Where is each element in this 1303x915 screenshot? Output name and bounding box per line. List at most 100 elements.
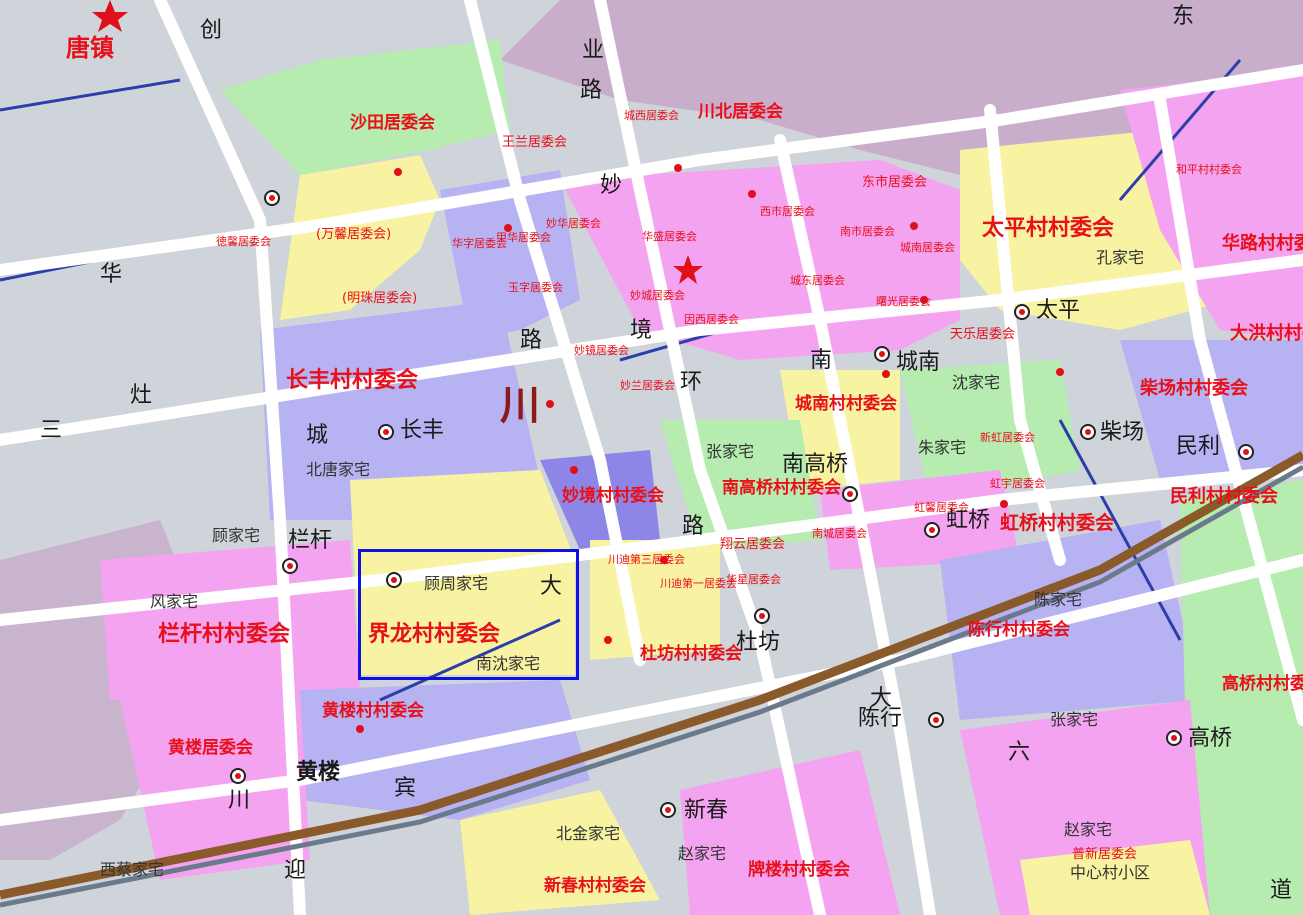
committee-label-small[interactable]: 华盛居委会 xyxy=(642,231,697,242)
committee-label-small[interactable]: 徳馨居委会 xyxy=(216,236,271,247)
committee-label[interactable]: 沙田居委会 xyxy=(350,115,435,132)
committee-label-small[interactable]: 妙城居委会 xyxy=(630,290,685,301)
committee-marker xyxy=(660,556,668,564)
committee-label-small[interactable]: (明珠居委会) xyxy=(342,292,417,305)
station-icon[interactable] xyxy=(1166,730,1182,746)
committee-label[interactable]: 杜坊村村委会 xyxy=(640,646,742,663)
road-label: 妙 xyxy=(600,173,623,198)
station-icon[interactable] xyxy=(874,346,890,362)
station-icon[interactable] xyxy=(264,190,280,206)
committee-label-small[interactable]: (万馨居委会) xyxy=(316,228,391,241)
place-label: 赵家宅 xyxy=(1064,820,1113,839)
committee-label-small[interactable]: 因西居委会 xyxy=(684,314,739,325)
place-label: 北金家宅 xyxy=(556,824,621,843)
committee-label[interactable]: 陈行村村委会 xyxy=(968,622,1070,639)
station-icon[interactable] xyxy=(842,486,858,502)
road-label: 东 xyxy=(1172,4,1195,29)
committee-label[interactable]: 界龙村村委会 xyxy=(368,624,500,646)
station-icon[interactable] xyxy=(230,768,246,784)
place-label: 沈家宅 xyxy=(952,373,1001,392)
committee-label-small[interactable]: 妙华居委会 xyxy=(546,218,601,229)
place-label: 赵家宅 xyxy=(678,844,727,863)
committee-label-small[interactable]: 甲华居委会 xyxy=(496,232,551,243)
committee-label[interactable]: 柴场村村委会 xyxy=(1140,380,1248,398)
place-label: 北唐家宅 xyxy=(306,460,371,479)
map-base xyxy=(0,0,1303,915)
committee-marker xyxy=(546,400,554,408)
place-label: 顾家宅 xyxy=(212,526,261,545)
station-icon[interactable] xyxy=(660,802,676,818)
committee-label-small[interactable]: 妙镜居委会 xyxy=(574,345,629,356)
committee-label-small[interactable]: 东市居委会 xyxy=(862,176,927,189)
committee-label[interactable]: 高桥村村委会 xyxy=(1222,676,1303,693)
road-label: 三 xyxy=(40,418,63,443)
committee-marker xyxy=(570,466,578,474)
committee-label-small[interactable]: 虹宇居委会 xyxy=(990,478,1045,489)
committee-label[interactable]: 太平村村委会 xyxy=(982,218,1114,240)
committee-label-small[interactable]: 城东居委会 xyxy=(790,275,845,286)
committee-label[interactable]: 虹桥村村委会 xyxy=(1000,514,1114,533)
committee-label[interactable]: 黄楼村村委会 xyxy=(322,703,424,720)
committee-marker xyxy=(504,224,512,232)
station-icon[interactable] xyxy=(282,558,298,574)
place-label: 风家宅 xyxy=(150,592,199,611)
station-icon[interactable] xyxy=(1238,444,1254,460)
station-label: 长丰 xyxy=(400,418,445,443)
committee-label-small[interactable]: 天乐居委会 xyxy=(950,328,1015,341)
committee-label-small[interactable]: 王兰居委会 xyxy=(502,136,567,149)
committee-label[interactable]: 大洪村村委会 xyxy=(1230,325,1303,343)
committee-label-small[interactable]: 华星居委会 xyxy=(726,574,781,585)
committee-label-small[interactable]: 玉字居委会 xyxy=(508,282,563,293)
station-icon[interactable] xyxy=(754,608,770,624)
committee-label-small[interactable]: 新虹居委会 xyxy=(980,432,1035,443)
road-label: 川 xyxy=(228,788,251,813)
committee-marker xyxy=(748,190,756,198)
road-label: 灶 xyxy=(130,383,153,408)
committee-label[interactable]: 栏杆村村委会 xyxy=(158,624,290,646)
committee-label[interactable]: 新春村村委会 xyxy=(544,878,646,895)
committee-label-small[interactable]: 南市居委会 xyxy=(840,226,895,237)
district-char: 川 xyxy=(500,383,540,429)
committee-label-small[interactable]: 城西居委会 xyxy=(624,110,679,121)
place-label: 张家宅 xyxy=(706,442,755,461)
committee-marker xyxy=(910,222,918,230)
station-label: 黄楼 xyxy=(296,760,341,785)
station-icon[interactable] xyxy=(924,522,940,538)
committee-label[interactable]: 南高桥村村委会 xyxy=(722,480,841,497)
station-icon[interactable] xyxy=(1080,424,1096,440)
map-canvas[interactable]: 唐镇 沙田居委会 长丰村村委会 太平村村委会 华路村村委会 大洪村村委会 柴场村… xyxy=(0,0,1303,915)
committee-label-small[interactable]: 和平村村委会 xyxy=(1176,164,1242,175)
place-label: 张家宅 xyxy=(1050,710,1099,729)
committee-label[interactable]: 妙境村村委会 xyxy=(562,488,664,505)
committee-marker xyxy=(394,168,402,176)
station-icon[interactable] xyxy=(928,712,944,728)
committee-label[interactable]: 川北居委会 xyxy=(698,104,783,121)
place-label: 孔家宅 xyxy=(1096,248,1145,267)
road-label: 南 xyxy=(810,348,833,373)
committee-label[interactable]: 城南村村委会 xyxy=(795,396,897,413)
committee-label[interactable]: 民利村村委会 xyxy=(1170,488,1278,506)
committee-label[interactable]: 长丰村村委会 xyxy=(286,370,418,392)
station-icon[interactable] xyxy=(378,424,394,440)
road-label: 路 xyxy=(520,328,543,353)
road-label: 创 xyxy=(200,18,223,43)
committee-marker xyxy=(882,370,890,378)
committee-label[interactable]: 黄楼居委会 xyxy=(168,740,253,757)
road-label: 境 xyxy=(630,318,653,343)
road-label: 路 xyxy=(682,514,705,539)
place-label: 中心村小区 xyxy=(1070,863,1151,882)
committee-label-small[interactable]: 南城居委会 xyxy=(812,528,867,539)
committee-label-small[interactable]: 城南居委会 xyxy=(900,242,955,253)
committee-label-small[interactable]: 妙兰居委会 xyxy=(620,380,675,391)
committee-label-small[interactable]: 西市居委会 xyxy=(760,206,815,217)
station-label: 南高桥 xyxy=(782,452,849,477)
committee-label[interactable]: 牌楼村村委会 xyxy=(748,862,850,879)
committee-marker xyxy=(1000,500,1008,508)
committee-label[interactable]: 华路村村委会 xyxy=(1222,235,1303,253)
committee-label[interactable]: 普新居委会 xyxy=(1072,848,1137,861)
station-icon[interactable] xyxy=(386,572,402,588)
road-label: 城 xyxy=(306,423,329,448)
station-icon[interactable] xyxy=(1014,304,1030,320)
committee-label-small[interactable]: 川迪第三居委会 xyxy=(608,554,685,565)
committee-label-small[interactable]: 翔云居委会 xyxy=(720,538,785,551)
